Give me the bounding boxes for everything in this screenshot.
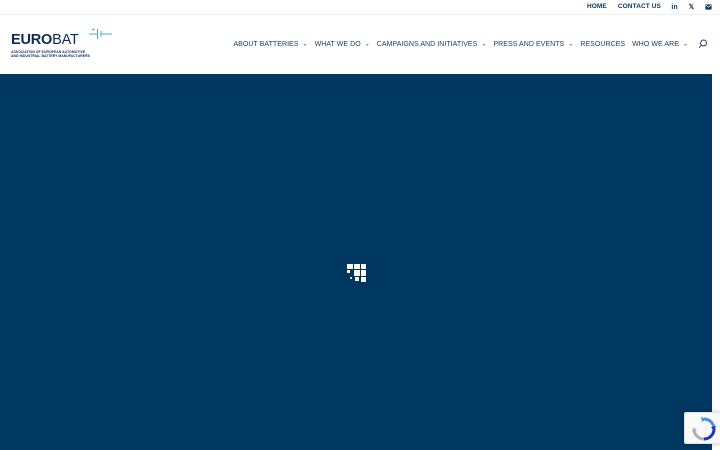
utility-links: HOME CONTACT US in 𝕏 [576,2,712,12]
nav-item-resources[interactable]: RESOURCES [580,41,625,48]
nav-item-who-we-are[interactable]: WHO WE ARE ⌄ [632,41,688,48]
chevron-down-icon: ⌄ [568,41,574,47]
email-icon[interactable] [705,3,712,12]
nav-item-about-batteries[interactable]: ABOUT BATTERIES ⌄ [233,41,307,48]
site-header: EUROBAT ASSOCIATION OF EUROPEAN AUTOMOTI… [0,16,720,74]
logo-word-bold: EURO [11,32,53,48]
loading-squares-icon [347,264,366,282]
nav-label: WHAT WE DO [314,40,361,48]
nav-item-campaigns-and-initiatives[interactable]: CAMPAIGNS AND INITIATIVES ⌄ [377,41,487,48]
main-navigation: ABOUT BATTERIES ⌄ WHAT WE DO ⌄ CAMPAIGNS… [226,39,708,49]
home-link[interactable]: HOME [587,2,607,12]
eurobat-logo[interactable]: EUROBAT ASSOCIATION OF EUROPEAN AUTOMOTI… [11,28,115,64]
recaptcha-badge[interactable] [684,412,720,444]
nav-label: ABOUT BATTERIES [233,40,299,48]
logo-wordmark: EUROBAT [11,32,79,48]
page: HOME CONTACT US in 𝕏 EUROBAT ASSOCIATION… [0,0,720,450]
nav-item-what-we-do[interactable]: WHAT WE DO ⌄ [315,41,370,48]
logo-tagline: ASSOCIATION OF EUROPEAN AUTOMOTIVE AND I… [11,50,90,58]
top-utility-bar: HOME CONTACT US in 𝕏 [0,0,720,15]
nav-label: RESOURCES [580,40,626,48]
battery-symbol-icon [89,28,112,39]
nav-label: CAMPAIGNS AND INITIATIVES [376,40,478,48]
recaptcha-icon [692,417,716,441]
linkedin-icon[interactable]: in [671,3,678,12]
scrollbar[interactable] [712,74,720,450]
chevron-down-icon: ⌄ [364,41,370,47]
contact-us-link[interactable]: CONTACT US [618,2,661,12]
x-twitter-icon[interactable]: 𝕏 [688,3,695,12]
nav-label: PRESS AND EVENTS [493,40,565,48]
nav-item-press-and-events[interactable]: PRESS AND EVENTS ⌄ [493,41,573,48]
nav-label: WHO WE ARE [632,40,679,48]
search-icon[interactable] [698,39,708,49]
logo-word-light: BAT [52,32,79,48]
hero-loading-area [0,74,712,450]
chevron-down-icon: ⌄ [481,41,487,47]
chevron-down-icon: ⌄ [682,41,688,47]
chevron-down-icon: ⌄ [302,41,308,47]
